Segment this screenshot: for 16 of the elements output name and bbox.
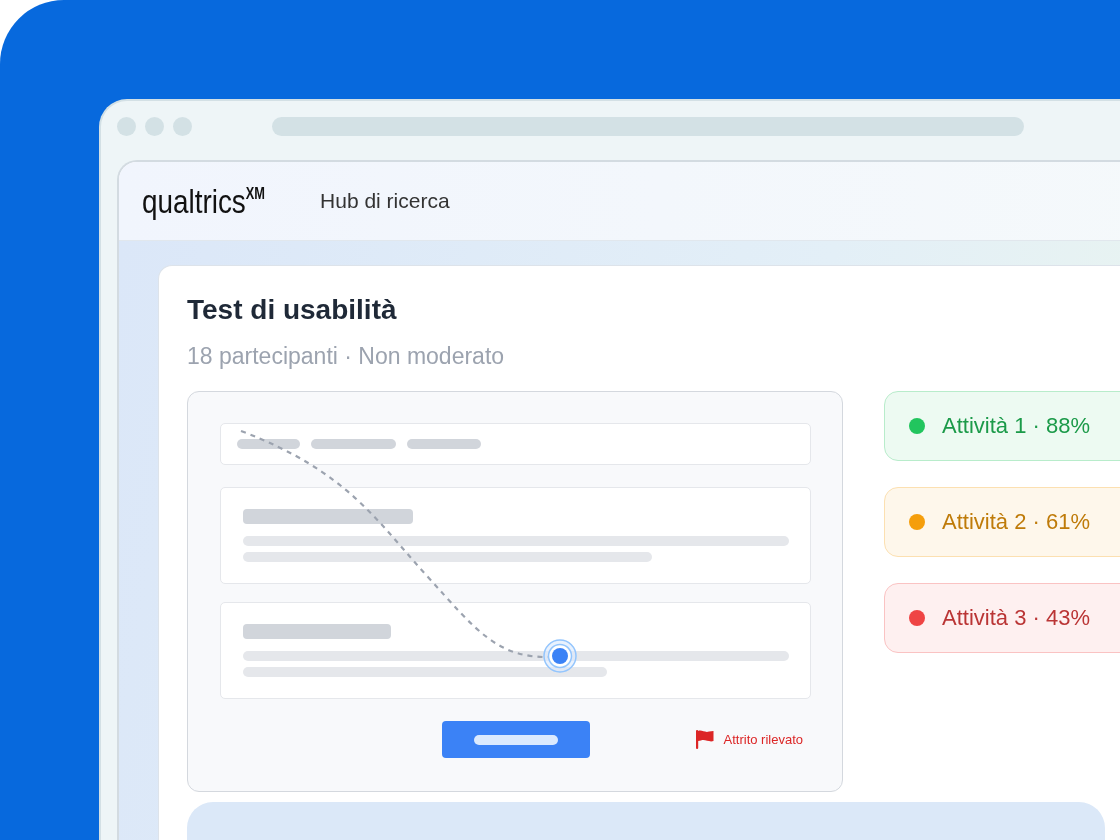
task-label: Attività 3 · 43%	[942, 605, 1090, 631]
flag-icon	[695, 730, 714, 749]
logo: qualtrics$^{XM}$	[142, 181, 266, 221]
task-label: Attività 1 · 88%	[942, 413, 1090, 439]
click-target-icon	[543, 639, 577, 673]
window-dot-icon[interactable]	[173, 117, 192, 136]
window-dot-icon[interactable]	[117, 117, 136, 136]
task-label: Attività 2 · 61%	[942, 509, 1090, 535]
address-bar[interactable]	[272, 117, 1024, 136]
friction-label: Attrito rilevato	[723, 732, 803, 747]
section-title: Hub di ricerca	[320, 189, 450, 213]
skeleton-pill	[237, 439, 300, 449]
study-meta: 18 partecipanti · Non moderato	[187, 342, 505, 371]
study-title: Test di usabilità	[187, 293, 397, 327]
window-dot-icon[interactable]	[145, 117, 164, 136]
wireframe-button[interactable]	[441, 721, 590, 758]
